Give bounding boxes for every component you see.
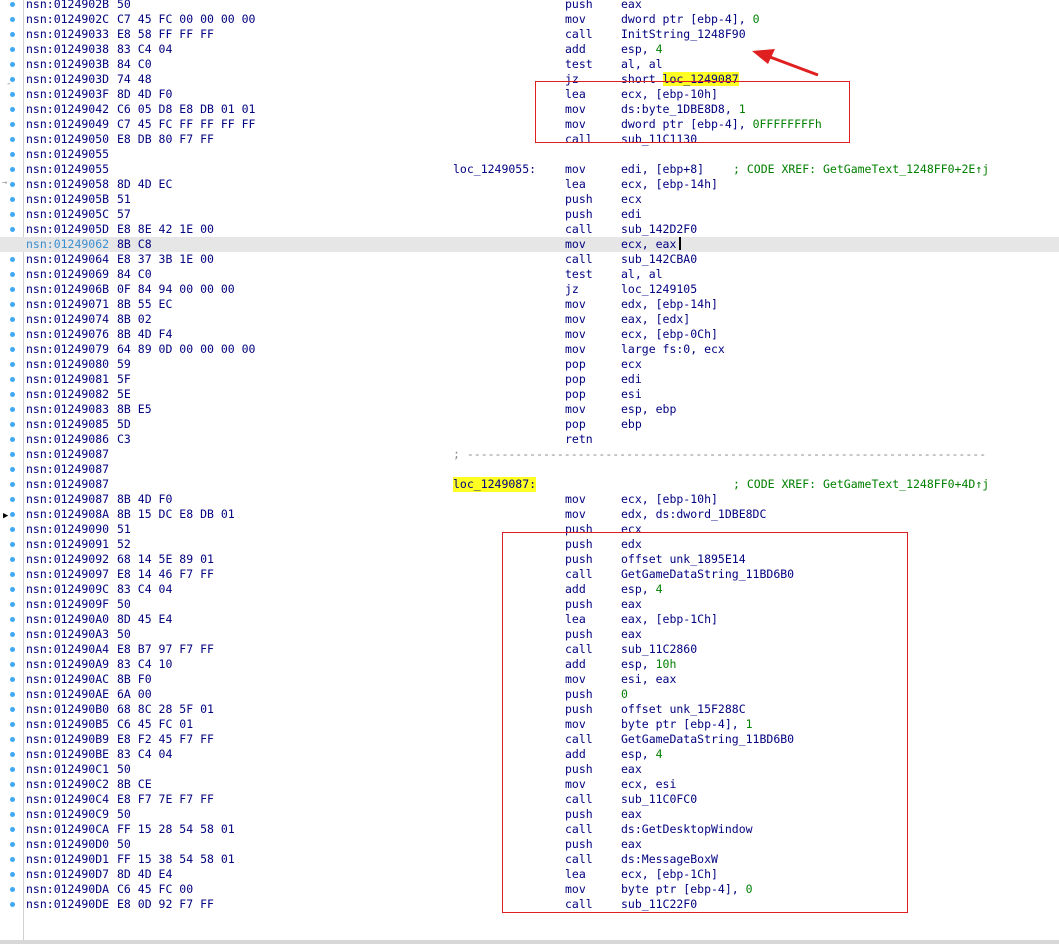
horizontal-scrollbar[interactable]: [0, 940, 1059, 944]
annotation-arrow: [752, 49, 819, 77]
